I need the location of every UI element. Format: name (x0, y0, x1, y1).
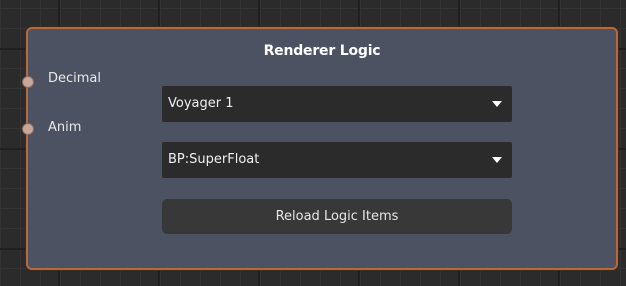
reload-logic-items-button[interactable]: Reload Logic Items (162, 199, 512, 234)
logic-target-dropdown[interactable]: Voyager 1 (162, 86, 512, 122)
anim-input-port[interactable] (22, 123, 34, 135)
logic-item-value: BP:SuperFloat (168, 152, 260, 167)
chevron-down-icon (492, 157, 502, 163)
node-title: Renderer Logic (263, 43, 381, 59)
logic-target-value: Voyager 1 (168, 96, 234, 111)
logic-item-dropdown[interactable]: BP:SuperFloat (162, 142, 512, 178)
decimal-port-label: Decimal (48, 71, 102, 86)
anim-port-label: Anim (48, 120, 82, 135)
chevron-down-icon (492, 101, 502, 107)
decimal-input-port[interactable] (22, 76, 34, 88)
renderer-logic-node[interactable]: Renderer Logic Decimal Anim Voyager 1 BP… (22, 27, 618, 270)
